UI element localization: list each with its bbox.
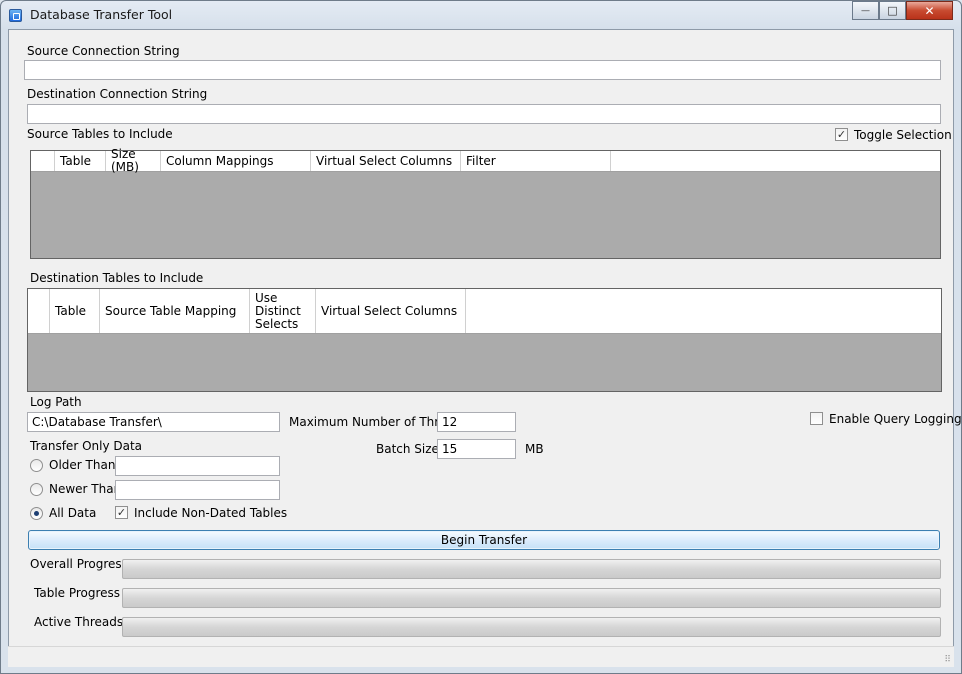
all-data-label: All Data: [49, 506, 97, 520]
destination-connection-label: Destination Connection String: [27, 87, 208, 101]
toggle-selection-label: Toggle Selection: [854, 128, 952, 142]
column-header-column-mappings[interactable]: Column Mappings: [161, 151, 311, 171]
column-header-size[interactable]: Size (MB): [106, 148, 161, 174]
column-header-virtual-select[interactable]: Virtual Select Columns: [311, 151, 461, 171]
window-title: Database Transfer Tool: [30, 7, 173, 22]
source-tables-grid[interactable]: Table Size (MB) Column Mappings Virtual …: [30, 148, 941, 259]
resize-grip-icon[interactable]: ⠿: [944, 655, 951, 665]
enable-query-logging-label: Enable Query Logging: [829, 412, 962, 426]
toggle-selection-checkbox[interactable]: ✓: [835, 128, 848, 141]
minimize-icon: —: [861, 5, 870, 16]
overall-progress-label: Overall Progress: [30, 557, 128, 571]
table-progress-bar: [122, 588, 941, 608]
batch-size-input[interactable]: 15: [437, 439, 516, 459]
close-icon: ✕: [924, 3, 935, 18]
column-header-source-mapping[interactable]: Source Table Mapping: [100, 289, 250, 333]
include-non-dated-checkbox[interactable]: ✓: [115, 506, 128, 519]
column-header-distinct-selects[interactable]: Use Distinct Selects: [250, 289, 316, 333]
destination-tables-grid[interactable]: Table Source Table Mapping Use Distinct …: [27, 288, 942, 392]
destination-tables-label: Destination Tables to Include: [30, 271, 204, 285]
log-path-input[interactable]: C:\Database Transfer\: [27, 412, 280, 432]
overall-progress-bar: [122, 559, 941, 579]
table-progress-label: Table Progress: [34, 586, 121, 600]
enable-query-logging-checkbox[interactable]: [810, 412, 823, 425]
source-tables-label: Source Tables to Include: [27, 127, 173, 141]
older-than-label: Older Than: [49, 458, 116, 472]
column-header-filter[interactable]: Filter: [461, 151, 611, 171]
source-connection-input[interactable]: [24, 60, 941, 80]
newer-than-label: Newer Than: [49, 482, 122, 496]
max-threads-input[interactable]: 12: [437, 412, 516, 432]
source-tables-header: Table Size (MB) Column Mappings Virtual …: [31, 148, 940, 174]
minimize-button[interactable]: —: [852, 1, 879, 20]
include-non-dated-label: Include Non-Dated Tables: [134, 506, 288, 520]
column-header-table[interactable]: Table: [55, 151, 106, 171]
transfer-only-label: Transfer Only Data: [30, 439, 143, 453]
app-icon: [9, 9, 22, 22]
row-header-column: [28, 289, 50, 333]
destination-connection-input[interactable]: [27, 104, 941, 124]
newer-than-input[interactable]: [115, 480, 280, 500]
older-than-radio[interactable]: [30, 459, 43, 472]
check-icon: ✓: [116, 506, 127, 519]
row-header-column: [31, 151, 55, 171]
source-connection-label: Source Connection String: [27, 44, 180, 58]
newer-than-radio[interactable]: [30, 483, 43, 496]
close-button[interactable]: ✕: [906, 1, 953, 20]
destination-tables-header: Table Source Table Mapping Use Distinct …: [28, 289, 941, 334]
status-bar: ⠿: [8, 646, 954, 667]
column-header-virtual-select[interactable]: Virtual Select Columns: [316, 289, 466, 333]
active-threads-bar: [122, 617, 941, 637]
column-header-table[interactable]: Table: [50, 289, 100, 333]
check-icon: ✓: [836, 128, 847, 141]
batch-size-unit: MB: [525, 442, 544, 456]
maximize-button[interactable]: □: [879, 1, 906, 20]
all-data-radio[interactable]: [30, 507, 43, 520]
begin-transfer-button[interactable]: Begin Transfer: [28, 530, 940, 550]
batch-size-label: Batch Size: [376, 442, 439, 456]
active-threads-label: Active Threads: [34, 615, 124, 629]
older-than-input[interactable]: [115, 456, 280, 476]
maximize-icon: □: [887, 4, 898, 17]
log-path-label: Log Path: [30, 395, 82, 409]
